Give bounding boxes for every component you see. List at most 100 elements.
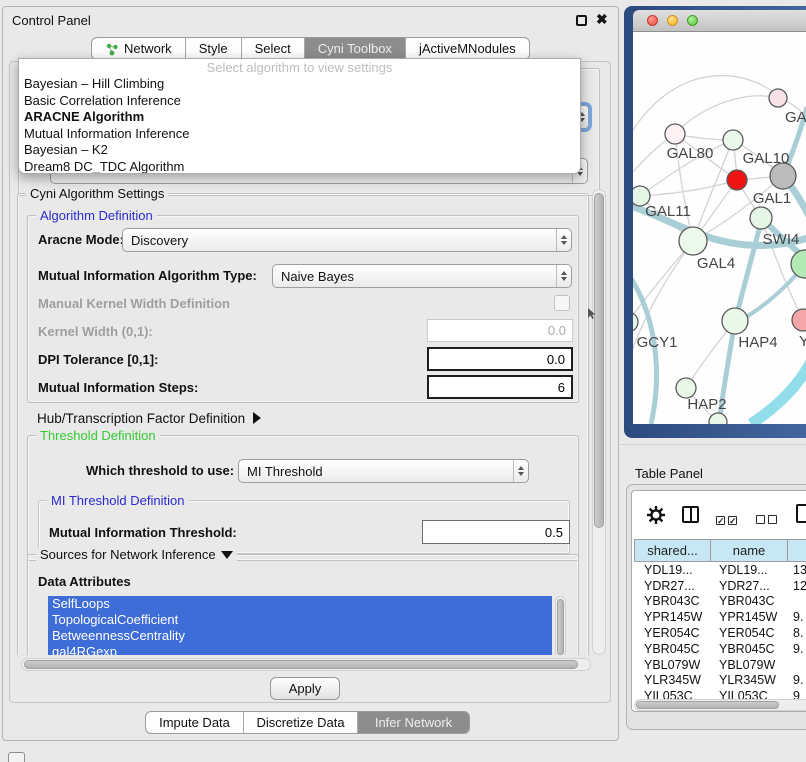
tab-cyni-toolbox[interactable]: Cyni Toolbox xyxy=(304,38,405,59)
combo-stepper-icon[interactable] xyxy=(556,265,571,287)
dropdown-item-selected[interactable]: ARACNE Algorithm xyxy=(19,109,580,126)
manual-kernel-checkbox[interactable] xyxy=(554,295,570,311)
tab-select[interactable]: Select xyxy=(241,38,304,59)
expanded-arrow-icon xyxy=(221,551,233,559)
sources-group: Sources for Network Inference Data Attri… xyxy=(27,554,579,655)
which-threshold-combo[interactable]: MI Threshold xyxy=(238,459,529,483)
minimize-traffic-light-icon[interactable] xyxy=(667,15,678,26)
table-body: YDL19...YDL19...13 YDR27...YDR27...12 YB… xyxy=(634,562,806,704)
mi-threshold-group: MI Threshold Definition Mutual Informati… xyxy=(38,500,570,554)
float-window-icon[interactable] xyxy=(576,15,587,26)
aracne-mode-combo[interactable]: Discovery xyxy=(122,228,572,252)
network-node[interactable] xyxy=(679,227,707,255)
network-node[interactable] xyxy=(791,250,806,278)
network-node[interactable] xyxy=(769,89,787,107)
network-window-titlebar[interactable] xyxy=(633,10,806,32)
settings-horizontal-scrollbar[interactable] xyxy=(21,658,591,671)
node-label: GAL11 xyxy=(645,203,691,220)
network-icon xyxy=(105,42,119,56)
table-row[interactable]: YPR145WYPR145W9. xyxy=(634,609,806,625)
table-row[interactable]: YDR27...YDR27...12 xyxy=(634,578,806,594)
apply-button[interactable]: Apply xyxy=(270,677,340,700)
network-node[interactable] xyxy=(723,130,743,150)
network-node[interactable] xyxy=(750,207,772,229)
network-view-window[interactable]: GAL GAL80 GAL10 GAL1 GAL11 SWI4 GAL4 GCY… xyxy=(624,6,806,438)
node-label: GAL xyxy=(785,109,806,126)
list-item[interactable]: BetweennessCentrality xyxy=(48,628,552,644)
table-row[interactable]: YBR045CYBR045C9. xyxy=(634,641,806,657)
desktop: Control Panel ✖ Network Style Select Cyn… xyxy=(0,0,806,762)
node-label: Y xyxy=(799,333,806,350)
sources-title[interactable]: Sources for Network Inference xyxy=(36,547,237,563)
settings-vertical-scrollbar[interactable] xyxy=(592,189,606,655)
tab-discretize-data[interactable]: Discretize Data xyxy=(243,712,357,733)
dpi-tolerance-field[interactable]: 0.0 xyxy=(427,347,573,371)
node-label: SWI4 xyxy=(763,231,800,248)
zoom-traffic-light-icon[interactable] xyxy=(687,15,698,26)
dropdown-item[interactable]: Bayesian – K2 xyxy=(19,142,580,159)
list-scrollbar[interactable] xyxy=(555,596,566,655)
dropdown-item[interactable]: Basic Correlation Inference xyxy=(19,93,580,110)
network-node[interactable] xyxy=(676,378,696,398)
kernel-width-field[interactable]: 0.0 xyxy=(427,319,573,342)
table-row[interactable]: YLR345WYLR345W9. xyxy=(634,673,806,689)
document-icon[interactable] xyxy=(796,504,806,523)
mi-type-combo[interactable]: Naive Bayes xyxy=(272,264,572,288)
combo-stepper-icon[interactable] xyxy=(513,460,528,482)
table-row[interactable]: YDL19...YDL19...13 xyxy=(634,562,806,578)
node-labels: GAL GAL80 GAL10 GAL1 GAL11 SWI4 GAL4 GCY… xyxy=(637,109,806,413)
node-label: HAP2 xyxy=(687,396,726,413)
tab-jactivemnodules[interactable]: jActiveMNodules xyxy=(405,38,529,59)
control-panel-title: Control Panel xyxy=(12,13,91,28)
tab-label: Network xyxy=(124,41,172,56)
mi-steps-field[interactable]: 6 xyxy=(427,375,573,399)
close-traffic-light-icon[interactable] xyxy=(647,15,658,26)
network-node[interactable] xyxy=(792,309,806,331)
gear-icon[interactable] xyxy=(646,505,666,525)
column-header[interactable] xyxy=(788,539,806,562)
list-item[interactable]: SelfLoops xyxy=(48,596,552,612)
table-row[interactable]: YBR043CYBR043C xyxy=(634,594,806,610)
collapsed-arrow-icon xyxy=(253,412,261,424)
column-header-shared-name[interactable]: shared... xyxy=(634,539,711,562)
tab-impute-data[interactable]: Impute Data xyxy=(146,712,243,733)
dropdown-prompt: Select algorithm to view settings xyxy=(19,59,580,76)
node-label: GAL10 xyxy=(743,150,790,167)
network-node[interactable] xyxy=(722,308,748,334)
node-label: GAL80 xyxy=(667,145,714,162)
table-header: shared... name xyxy=(634,539,806,562)
control-panel: Control Panel ✖ Network Style Select Cyn… xyxy=(2,6,619,741)
column-header-name[interactable]: name xyxy=(711,539,788,562)
combo-stepper-icon[interactable] xyxy=(556,229,571,251)
hub-section-toggle[interactable]: Hub/Transcription Factor Definition xyxy=(37,411,261,427)
network-node-selected[interactable] xyxy=(727,170,747,190)
tab-infer-network[interactable]: Infer Network xyxy=(357,712,469,733)
dropdown-item[interactable]: Mutual Information Inference xyxy=(19,126,580,143)
network-canvas[interactable]: GAL GAL80 GAL10 GAL1 GAL11 SWI4 GAL4 GCY… xyxy=(633,32,806,424)
dropdown-item[interactable]: Dream8 DC_TDC Algorithm xyxy=(19,159,580,175)
network-graph: GAL GAL80 GAL10 GAL1 GAL11 SWI4 GAL4 GCY… xyxy=(633,32,806,424)
aracne-mode-label: Aracne Mode: xyxy=(38,232,124,248)
columns-icon[interactable] xyxy=(682,506,699,523)
select-all-columns-icon[interactable]: ✓✓ xyxy=(716,511,740,529)
algorithm-dropdown-popup: Select algorithm to view settings Bayesi… xyxy=(18,58,581,174)
network-node[interactable] xyxy=(665,124,685,144)
deselect-all-columns-icon[interactable] xyxy=(756,511,780,529)
which-threshold-label: Which threshold to use: xyxy=(86,463,234,479)
list-item[interactable]: TopologicalCoefficient xyxy=(48,612,552,628)
table-panel-title: Table Panel xyxy=(635,466,703,481)
group-title: Threshold Definition xyxy=(36,428,160,444)
settings-scroll-viewport: Cyni Algorithm Settings Algorithm Defini… xyxy=(13,189,592,655)
network-node[interactable] xyxy=(633,312,638,332)
tab-network[interactable]: Network xyxy=(92,38,185,59)
mi-threshold-field[interactable]: 0.5 xyxy=(422,520,570,544)
dropdown-item[interactable]: Bayesian – Hill Climbing xyxy=(19,76,580,93)
list-item[interactable]: gal4RGexp xyxy=(48,644,552,655)
panel-corner-button[interactable] xyxy=(8,752,25,762)
close-icon[interactable]: ✖ xyxy=(596,11,608,28)
tab-style[interactable]: Style xyxy=(185,38,241,59)
table-horizontal-scrollbar[interactable] xyxy=(634,699,806,711)
table-row[interactable]: YER054CYER054C8. xyxy=(634,625,806,641)
network-node[interactable] xyxy=(709,413,727,424)
table-row[interactable]: YBL079WYBL079W xyxy=(634,657,806,673)
